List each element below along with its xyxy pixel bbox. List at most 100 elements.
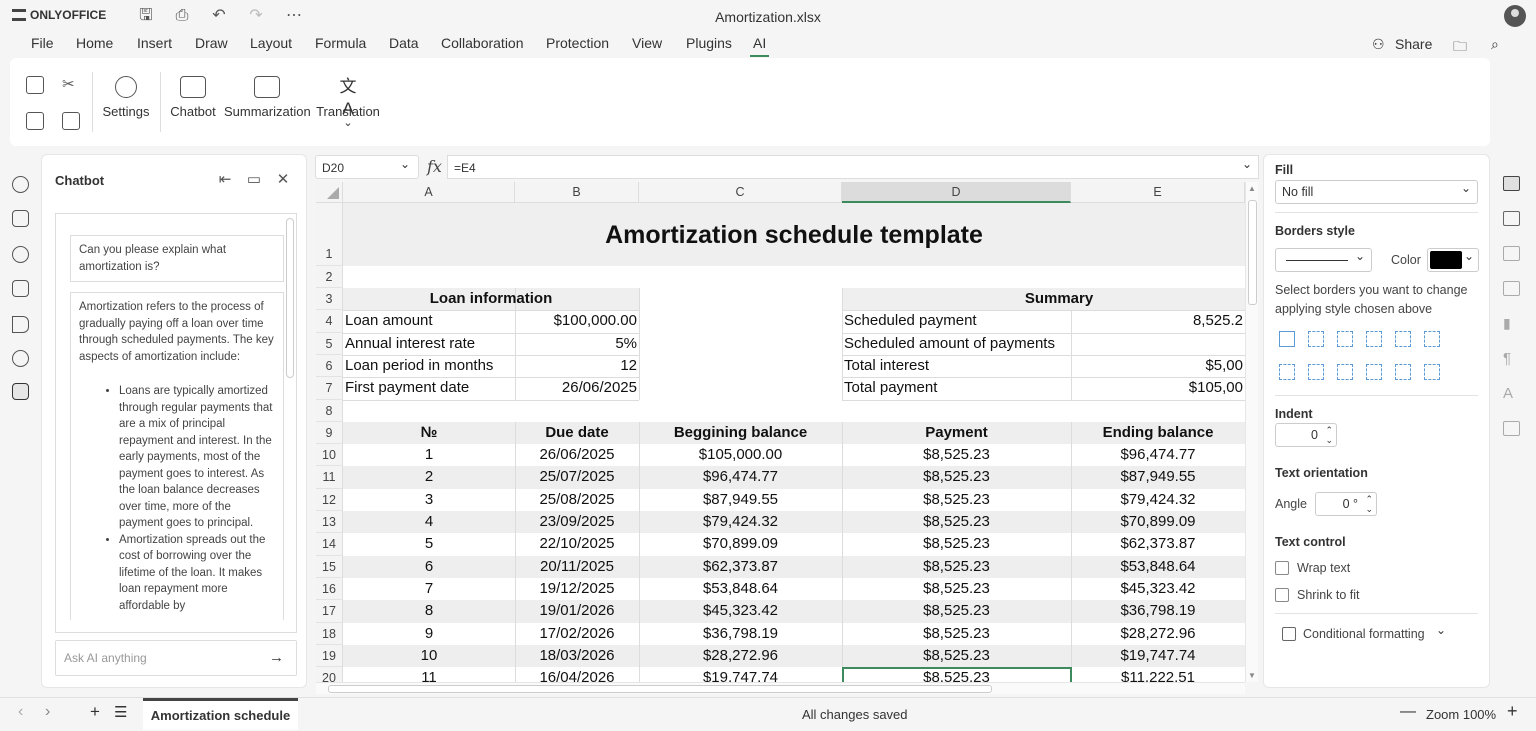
stepper-icon[interactable]: ⌃ ⌄ xyxy=(1325,425,1333,445)
row-header[interactable]: 18 xyxy=(316,623,343,645)
table-cell-beginning-balance[interactable]: $53,848.64 xyxy=(639,580,842,597)
indent-input[interactable]: 0 ⌃ ⌄ xyxy=(1275,423,1337,447)
loan-amount-label[interactable]: Loan amount xyxy=(343,312,515,329)
table-cell-ending-balance[interactable]: $28,272.96 xyxy=(1071,625,1245,642)
scheduled-payment-label[interactable]: Scheduled payment xyxy=(842,312,1071,329)
table-cell-payment[interactable]: $8,525.23 xyxy=(842,446,1071,463)
table-cell-payment[interactable]: $8,525.23 xyxy=(842,558,1071,575)
column-header-a[interactable]: A xyxy=(343,182,515,203)
summarization-button[interactable]: Summarization xyxy=(224,76,311,119)
column-header-b[interactable]: B xyxy=(515,182,639,203)
cell-settings-icon[interactable] xyxy=(1503,176,1520,191)
settings-button[interactable]: Settings xyxy=(102,76,150,119)
menu-protection[interactable]: Protection xyxy=(546,35,609,51)
row-header[interactable]: 1 xyxy=(316,203,343,266)
chat-messages[interactable]: Can you please explain what amortization… xyxy=(55,213,297,633)
translation-button[interactable]: 文A Translation ⌄ xyxy=(316,76,380,129)
table-cell-due-date[interactable]: 23/09/2025 xyxy=(515,513,639,530)
selected-cell[interactable] xyxy=(842,667,1072,682)
table-cell-ending-balance[interactable]: $45,323.42 xyxy=(1071,580,1245,597)
paste-icon[interactable] xyxy=(26,112,44,130)
border-diagonal-down-icon[interactable] xyxy=(1424,331,1440,347)
table-cell-row-number[interactable]: 11 xyxy=(343,669,515,682)
chat-input[interactable]: Ask AI anything → xyxy=(55,640,297,676)
loan-amount-value[interactable]: $100,000.00 xyxy=(515,312,639,329)
border-top-icon[interactable] xyxy=(1366,364,1382,380)
table-cell-ending-balance[interactable]: $19,747.74 xyxy=(1071,647,1245,664)
search-icon[interactable]: ⌕ xyxy=(1491,36,1499,53)
table-cell-beginning-balance[interactable]: $19,747.74 xyxy=(639,669,842,682)
chart-settings-icon[interactable]: ▮ xyxy=(1503,316,1520,331)
window-icon[interactable]: ▭ xyxy=(246,172,262,188)
border-bottom-icon[interactable] xyxy=(1424,364,1440,380)
chat-icon[interactable] xyxy=(12,246,29,263)
table-cell-due-date[interactable]: 19/12/2025 xyxy=(515,580,639,597)
table-cell-row-number[interactable]: 4 xyxy=(343,513,515,530)
avatar[interactable] xyxy=(1504,5,1526,27)
table-cell-row-number[interactable]: 5 xyxy=(343,535,515,552)
table-cell-beginning-balance[interactable]: $96,474.77 xyxy=(639,468,842,485)
chat-scrollbar[interactable] xyxy=(286,218,294,378)
row-header[interactable]: 19 xyxy=(316,645,343,667)
table-cell-payment[interactable]: $8,525.23 xyxy=(842,468,1071,485)
border-style-select[interactable] xyxy=(1275,248,1372,272)
chevron-down-icon[interactable]: ⌄ xyxy=(1436,623,1446,637)
table-cell-beginning-balance[interactable]: $70,899.09 xyxy=(639,535,842,552)
table-cell-beginning-balance[interactable]: $79,424.32 xyxy=(639,513,842,530)
total-interest-label[interactable]: Total interest xyxy=(842,357,1071,374)
menu-formula[interactable]: Formula xyxy=(315,35,366,51)
menu-collaboration[interactable]: Collaboration xyxy=(441,35,524,51)
share-icon[interactable]: ⚇ xyxy=(1372,36,1385,53)
table-cell-row-number[interactable]: 1 xyxy=(343,446,515,463)
shape-settings-icon[interactable] xyxy=(1503,246,1520,261)
table-cell-due-date[interactable]: 26/06/2025 xyxy=(515,446,639,463)
table-cell-payment[interactable]: $8,525.23 xyxy=(842,491,1071,508)
wrap-text-checkbox[interactable] xyxy=(1275,561,1289,575)
table-cell-due-date[interactable]: 22/10/2025 xyxy=(515,535,639,552)
column-header-c[interactable]: C xyxy=(639,182,842,203)
table-cell-ending-balance[interactable]: $53,848.64 xyxy=(1071,558,1245,575)
spellcheck-icon[interactable] xyxy=(12,280,29,297)
menu-plugins[interactable]: Plugins xyxy=(686,35,732,51)
send-icon[interactable]: → xyxy=(269,649,284,666)
horizontal-scrollbar[interactable] xyxy=(316,682,1245,694)
sheet-title[interactable]: Amortization schedule template xyxy=(343,203,1245,266)
pivot-settings-icon[interactable] xyxy=(1503,421,1520,436)
table-cell-payment[interactable]: $8,525.23 xyxy=(842,535,1071,552)
row-header[interactable]: 7 xyxy=(316,377,343,400)
table-cell-ending-balance[interactable]: $11,222.51 xyxy=(1071,669,1245,682)
loan-period-value[interactable]: 12 xyxy=(515,357,639,374)
announcement-icon[interactable] xyxy=(12,316,29,333)
share-button[interactable]: Share xyxy=(1395,36,1432,52)
table-cell-beginning-balance[interactable]: $87,949.55 xyxy=(639,491,842,508)
close-icon[interactable]: ✕ xyxy=(275,172,291,188)
border-diagonal-up-icon[interactable] xyxy=(1395,331,1411,347)
table-cell-beginning-balance[interactable]: $62,373.87 xyxy=(639,558,842,575)
row-header[interactable]: 13 xyxy=(316,511,343,533)
table-cell-ending-balance[interactable]: $70,899.09 xyxy=(1071,513,1245,530)
stepper-icon[interactable]: ⌃ ⌄ xyxy=(1365,494,1373,514)
table-cell-due-date[interactable]: 25/07/2025 xyxy=(515,468,639,485)
scheduled-amount-label[interactable]: Scheduled amount of payments xyxy=(842,335,1071,352)
row-header[interactable]: 14 xyxy=(316,533,343,556)
function-icon[interactable]: fx xyxy=(427,157,442,176)
table-cell-ending-balance[interactable]: $87,949.55 xyxy=(1071,468,1245,485)
vertical-scroll-thumb[interactable] xyxy=(1248,200,1257,305)
name-box[interactable]: D20 xyxy=(315,155,419,179)
row-header[interactable]: 8 xyxy=(316,400,343,422)
zoom-in-icon[interactable]: + xyxy=(1507,701,1518,722)
zoom-out-icon[interactable]: — xyxy=(1400,703,1416,721)
folder-icon[interactable]: 🗀 xyxy=(1453,36,1467,60)
row-header[interactable]: 3 xyxy=(316,288,343,310)
next-sheet-icon[interactable]: › xyxy=(45,703,50,721)
scheduled-payment-value[interactable]: 8,525.2 xyxy=(1071,312,1245,329)
search-icon[interactable] xyxy=(12,176,29,193)
vertical-scrollbar[interactable]: ▲ ▼ xyxy=(1245,182,1258,682)
border-all-icon[interactable] xyxy=(1279,331,1295,347)
border-left-icon[interactable] xyxy=(1279,364,1295,380)
table-cell-due-date[interactable]: 18/03/2026 xyxy=(515,647,639,664)
zoom-level[interactable]: Zoom 100% xyxy=(1426,707,1496,722)
row-header[interactable]: 11 xyxy=(316,466,343,489)
row-header[interactable]: 6 xyxy=(316,355,343,377)
loan-info-header[interactable]: Loan information xyxy=(343,290,639,307)
